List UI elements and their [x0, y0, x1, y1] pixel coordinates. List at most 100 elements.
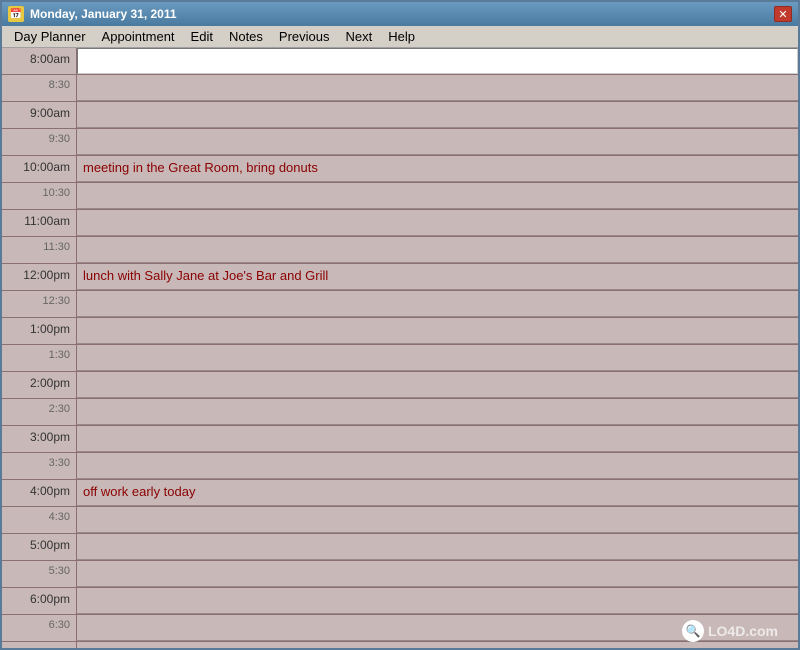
event-cell[interactable]	[77, 183, 798, 209]
separator	[77, 505, 798, 506]
time-label: 10:30	[2, 183, 77, 209]
title-bar-left: 📅 Monday, January 31, 2011	[8, 6, 177, 22]
separator	[77, 370, 798, 371]
time-label: 3:30	[2, 453, 77, 479]
event-text: lunch with Sally Jane at Joe's Bar and G…	[83, 268, 328, 283]
time-row: 1:30	[2, 345, 798, 372]
event-text: meeting in the Great Room, bring donuts	[83, 160, 318, 175]
title-bar: 📅 Monday, January 31, 2011 ✕	[2, 2, 798, 26]
menu-previous[interactable]: Previous	[271, 27, 338, 46]
time-label: 11:30	[2, 237, 77, 263]
close-button[interactable]: ✕	[774, 6, 792, 22]
time-label: 2:30	[2, 399, 77, 425]
time-row: 8:00am	[2, 48, 798, 75]
menu-day-planner[interactable]: Day Planner	[6, 27, 94, 46]
time-label: 12:30	[2, 291, 77, 317]
event-text-input[interactable]	[82, 51, 793, 66]
menu-edit[interactable]: Edit	[183, 27, 221, 46]
event-input[interactable]	[77, 48, 798, 74]
separator	[77, 559, 798, 560]
event-cell[interactable]	[77, 561, 798, 587]
time-row: 5:00pm	[2, 534, 798, 561]
time-label: 6:30	[2, 615, 77, 641]
time-label: 1:30	[2, 345, 77, 371]
time-label: 2:00pm	[2, 372, 77, 398]
event-cell[interactable]	[77, 507, 798, 533]
time-label: 3:00pm	[2, 426, 77, 452]
event-cell[interactable]: meeting in the Great Room, bring donuts	[77, 156, 798, 182]
event-cell[interactable]	[77, 534, 798, 560]
time-row: 4:30	[2, 507, 798, 534]
event-cell[interactable]	[77, 75, 798, 101]
event-cell[interactable]	[77, 399, 798, 425]
time-label: 6:00pm	[2, 588, 77, 614]
time-label: 4:30	[2, 507, 77, 533]
time-row: 11:00am	[2, 210, 798, 237]
time-slots-container[interactable]: 8:00am8:309:00am9:3010:00am meeting in th…	[2, 48, 798, 648]
separator	[77, 586, 798, 587]
time-row: 7:00pm	[2, 642, 798, 648]
time-label: 10:00am	[2, 156, 77, 182]
separator	[77, 262, 798, 263]
event-cell[interactable]	[77, 642, 798, 648]
event-cell[interactable]	[77, 345, 798, 371]
time-row: 10:30	[2, 183, 798, 210]
time-row: 8:30	[2, 75, 798, 102]
time-label: 8:30	[2, 75, 77, 101]
separator	[77, 235, 798, 236]
separator	[77, 316, 798, 317]
event-cell[interactable]: lunch with Sally Jane at Joe's Bar and G…	[77, 264, 798, 290]
event-cell[interactable]	[77, 318, 798, 344]
event-cell[interactable]	[77, 291, 798, 317]
separator	[77, 181, 798, 182]
time-row: 12:00pm lunch with Sally Jane at Joe's Ba…	[2, 264, 798, 291]
event-cell[interactable]	[77, 237, 798, 263]
time-row: 6:30	[2, 615, 798, 642]
time-row: 9:00am	[2, 102, 798, 129]
event-cell[interactable]	[77, 372, 798, 398]
event-cell[interactable]	[77, 102, 798, 128]
separator	[77, 397, 798, 398]
separator	[77, 100, 798, 101]
time-label: 7:00pm	[2, 642, 77, 648]
menu-next[interactable]: Next	[338, 27, 381, 46]
time-label: 11:00am	[2, 210, 77, 236]
time-label: 9:00am	[2, 102, 77, 128]
separator	[77, 208, 798, 209]
time-label: 5:00pm	[2, 534, 77, 560]
time-row: 2:00pm	[2, 372, 798, 399]
separator	[77, 127, 798, 128]
event-cell[interactable]	[77, 129, 798, 155]
time-row: 1:00pm	[2, 318, 798, 345]
event-cell[interactable]	[77, 453, 798, 479]
event-text: off work early today	[83, 484, 195, 499]
separator	[77, 532, 798, 533]
separator	[77, 613, 798, 614]
event-cell[interactable]	[77, 426, 798, 452]
event-cell[interactable]	[77, 588, 798, 614]
time-row: 2:30	[2, 399, 798, 426]
time-label: 8:00am	[2, 48, 77, 74]
menu-help[interactable]: Help	[380, 27, 423, 46]
time-label: 9:30	[2, 129, 77, 155]
time-label: 12:00pm	[2, 264, 77, 290]
time-row: 10:00am meeting in the Great Room, bring …	[2, 156, 798, 183]
menu-appointment[interactable]: Appointment	[94, 27, 183, 46]
menu-notes[interactable]: Notes	[221, 27, 271, 46]
time-label: 4:00pm	[2, 480, 77, 506]
watermark-text: LO4D.com	[708, 623, 778, 639]
calendar-content: 8:00am8:309:00am9:3010:00am meeting in th…	[2, 48, 798, 648]
time-row: 11:30	[2, 237, 798, 264]
event-cell[interactable]: off work early today	[77, 480, 798, 506]
window-title: Monday, January 31, 2011	[30, 7, 177, 21]
time-row: 3:30	[2, 453, 798, 480]
time-row: 4:00pm off work early today	[2, 480, 798, 507]
watermark-icon: 🔍	[682, 620, 704, 642]
main-window: 📅 Monday, January 31, 2011 ✕ Day Planner…	[0, 0, 800, 650]
menu-bar: Day Planner Appointment Edit Notes Previ…	[2, 26, 798, 48]
time-label: 5:30	[2, 561, 77, 587]
watermark: 🔍 LO4D.com	[682, 620, 778, 642]
separator	[77, 343, 798, 344]
event-cell[interactable]	[77, 210, 798, 236]
separator	[77, 424, 798, 425]
